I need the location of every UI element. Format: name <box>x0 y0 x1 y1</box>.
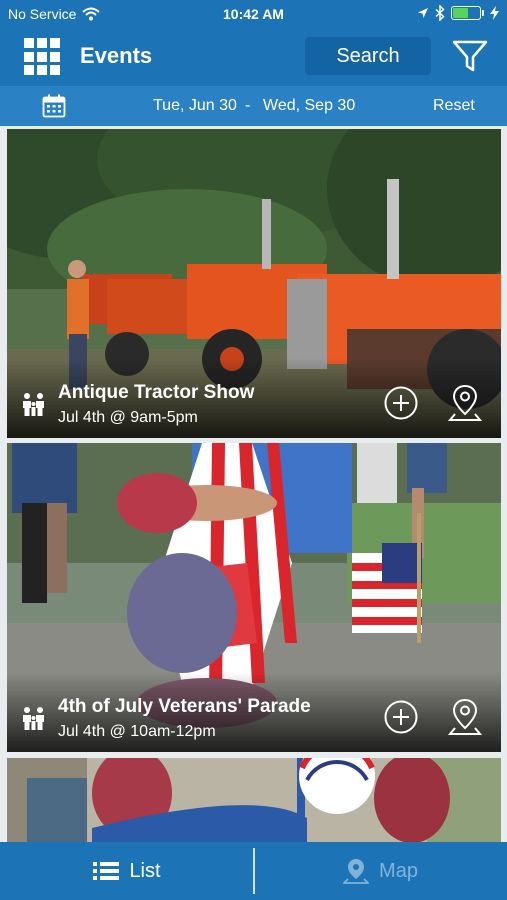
status-right <box>417 5 499 21</box>
event-card[interactable]: Antique Tractor Show Jul 4th @ 9am-5pm <box>7 129 501 438</box>
event-title[interactable]: Antique Tractor Show <box>58 382 254 404</box>
event-card[interactable] <box>7 758 501 842</box>
event-card[interactable]: 4th of July Veterans' Parade Jul 4th @ 1… <box>7 443 501 752</box>
date-separator: - <box>245 97 251 114</box>
add-circle-icon[interactable] <box>384 386 418 420</box>
tab-list-label: List <box>129 859 161 882</box>
calendar-icon[interactable] <box>42 94 66 118</box>
event-photo <box>7 758 501 842</box>
app-grid-icon[interactable] <box>24 38 62 76</box>
charging-bolt-icon <box>490 6 499 20</box>
family-icon <box>23 393 44 416</box>
bluetooth-icon <box>435 5 445 21</box>
tab-list[interactable]: List <box>0 842 254 900</box>
start-date[interactable]: Tue, Jun 30 <box>153 97 237 115</box>
list-icon <box>93 862 120 880</box>
status-bar: No Service 10:42 AM <box>0 0 507 30</box>
bottom-tab-bar: List Map <box>0 842 507 900</box>
family-icon <box>23 707 44 730</box>
tab-map-label: Map <box>379 859 418 882</box>
page-title: Events <box>80 43 153 68</box>
event-title[interactable]: 4th of July Veterans' Parade <box>58 696 311 718</box>
filter-icon[interactable] <box>452 40 488 72</box>
reset-button[interactable]: Reset <box>433 97 475 115</box>
map-pin-icon[interactable] <box>448 698 482 736</box>
battery-fill <box>453 8 468 18</box>
search-button[interactable]: Search <box>305 37 431 75</box>
nav-bar: Events Search <box>0 30 507 86</box>
event-time: Jul 4th @ 9am-5pm <box>58 409 198 426</box>
tab-map[interactable]: Map <box>254 842 507 900</box>
battery-tip <box>482 10 484 16</box>
location-arrow-icon <box>418 8 428 18</box>
map-marker-icon <box>343 859 370 884</box>
map-pin-icon[interactable] <box>448 384 482 422</box>
end-date[interactable]: Wed, Sep 30 <box>263 97 355 115</box>
add-circle-icon[interactable] <box>384 700 418 734</box>
event-time: Jul 4th @ 10am-12pm <box>58 723 216 740</box>
date-range-bar: Tue, Jun 30 - Wed, Sep 30 Reset <box>0 86 507 126</box>
battery-icon <box>451 6 481 20</box>
